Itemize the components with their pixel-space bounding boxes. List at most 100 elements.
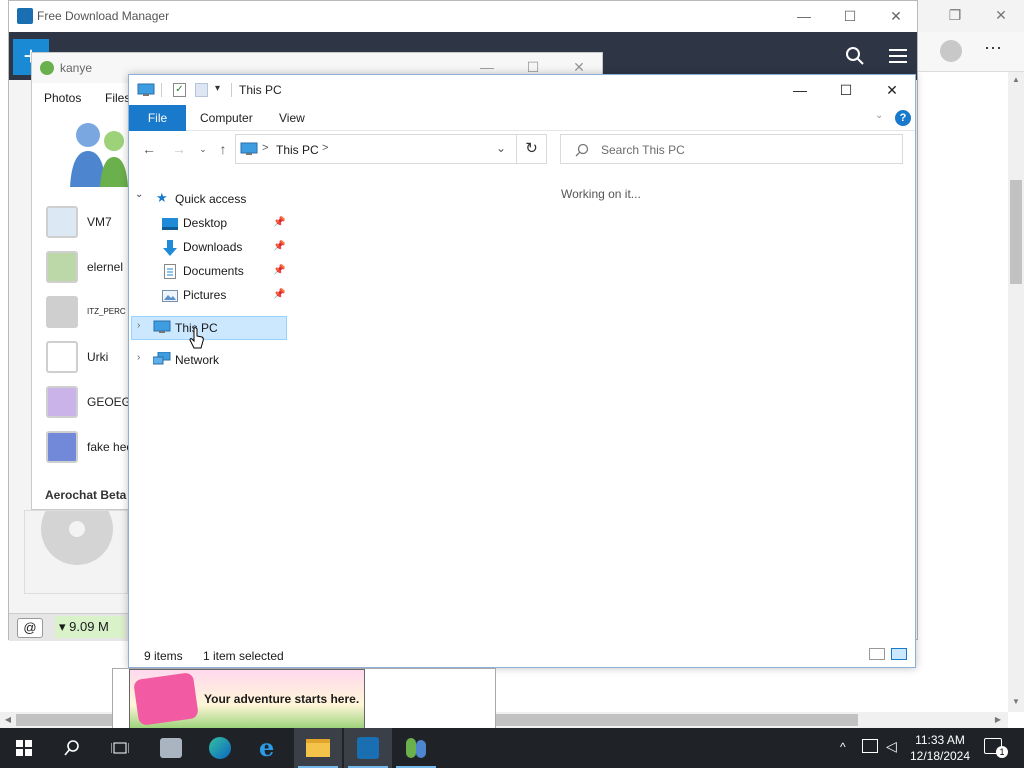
new-folder-icon[interactable] [195, 83, 208, 97]
taskbar: e ^ ◁ 11:33 AM 12/18/2024 1 [0, 728, 1024, 768]
nav-downloads[interactable]: Downloads 📌 [183, 235, 285, 259]
user-avatar-icon [70, 123, 128, 187]
clock[interactable]: 11:33 AM 12/18/2024 [906, 732, 974, 764]
breadcrumb-this-pc[interactable]: This PC [276, 143, 319, 157]
contact-avatar[interactable] [46, 386, 78, 418]
fdm-title: Free Download Manager [37, 9, 170, 23]
taskbar-app-file-explorer[interactable] [294, 728, 342, 768]
chevron-right-icon[interactable]: › [137, 352, 140, 363]
breadcrumb-separator[interactable]: > [262, 142, 268, 154]
nav-label: Pictures [183, 288, 227, 302]
menu-photos[interactable]: Photos [44, 91, 81, 105]
pin-icon[interactable]: 📌 [273, 259, 285, 283]
vertical-scroll-thumb[interactable] [1010, 180, 1022, 284]
star-icon: ★ [156, 190, 168, 205]
taskbar-app-ie[interactable]: e [246, 728, 294, 768]
taskbar-app-edge[interactable] [196, 728, 244, 768]
nav-quick-access[interactable]: Quick access [175, 187, 285, 211]
maximize-icon[interactable]: ☐ [823, 75, 869, 105]
scroll-left-icon[interactable]: ◀ [0, 712, 16, 728]
ribbon-tabs: File Computer View ⌄ ? [129, 105, 915, 131]
minimize-icon[interactable]: — [781, 1, 827, 31]
nav-label: Downloads [183, 240, 243, 254]
internet-explorer-icon: e [259, 733, 275, 762]
pin-icon[interactable]: 📌 [273, 211, 285, 235]
minimize-icon[interactable]: — [777, 75, 823, 105]
contact-avatar[interactable] [46, 296, 78, 328]
nav-documents[interactable]: Documents 📌 [183, 259, 285, 283]
up-arrow-icon[interactable]: ↑ [213, 140, 233, 158]
notification-badge: 1 [996, 746, 1008, 758]
explorer-statusbar: 9 items 1 item selected [129, 645, 915, 667]
vertical-scrollbar[interactable] [1008, 72, 1024, 712]
ad-banner[interactable]: Your adventure starts here. [129, 669, 365, 729]
taskbar-app-fdm[interactable] [344, 728, 392, 768]
this-pc-icon [240, 142, 258, 155]
back-arrow-icon[interactable]: ← [139, 140, 159, 158]
expand-ribbon-icon[interactable]: ⌄ [875, 110, 883, 121]
tab-computer[interactable]: Computer [186, 105, 267, 131]
hamburger-menu-icon[interactable] [889, 48, 907, 64]
taskbar-search-button[interactable] [48, 728, 96, 768]
contact-avatar[interactable] [46, 206, 78, 238]
scroll-right-icon[interactable]: ▶ [990, 712, 1006, 728]
contact-name[interactable]: VM7 [87, 215, 112, 229]
help-icon[interactable]: ? [895, 110, 911, 126]
recent-locations-icon[interactable]: ⌄ [193, 140, 213, 158]
title-divider [231, 83, 232, 97]
network-status-icon[interactable] [862, 739, 878, 753]
contact-avatar[interactable] [46, 431, 78, 463]
details-view-icon[interactable] [869, 648, 885, 660]
show-hidden-icons-icon[interactable]: ^ [840, 740, 846, 754]
address-bar[interactable]: > This PC > ⌄ [235, 134, 517, 164]
close-icon[interactable]: ✕ [869, 75, 915, 105]
contact-avatar[interactable] [46, 251, 78, 283]
contact-avatar[interactable] [46, 341, 78, 373]
nav-label: Documents [183, 264, 244, 278]
contact-name[interactable]: ITZ_PERC [87, 307, 126, 316]
more-menu-icon[interactable]: ⋯ [984, 38, 1002, 59]
cd-disc-icon [41, 511, 113, 565]
start-button[interactable] [0, 728, 48, 768]
large-icons-view-icon[interactable] [891, 648, 907, 660]
volume-muted-icon[interactable]: ◁ [886, 738, 897, 755]
fdm-titlebar: Free Download Manager — ☐ ✕ [9, 1, 917, 32]
pin-icon[interactable]: 📌 [273, 283, 285, 307]
menu-files[interactable]: Files [105, 91, 130, 105]
search-icon[interactable] [845, 46, 865, 66]
pictures-folder-icon [162, 290, 178, 302]
maximize-icon[interactable]: ☐ [827, 1, 873, 31]
nav-network[interactable]: Network [175, 348, 275, 372]
customize-qat-icon[interactable]: ▾ [215, 83, 220, 94]
scroll-down-icon[interactable]: ▼ [1008, 694, 1024, 710]
contact-name[interactable]: fake hec [87, 440, 132, 454]
pin-icon[interactable]: 📌 [273, 235, 285, 259]
taskbar-app-aerochat-settings[interactable] [146, 728, 194, 768]
restore-icon[interactable]: ❐ [932, 0, 978, 30]
avatar[interactable] [940, 40, 962, 62]
refresh-icon[interactable]: ↻ [517, 134, 547, 164]
tab-view[interactable]: View [265, 105, 319, 131]
task-view-button[interactable] [96, 728, 144, 768]
chevron-right-icon[interactable]: › [137, 320, 140, 331]
properties-icon[interactable]: ✓ [173, 83, 186, 97]
chevron-down-icon[interactable]: ⌄ [135, 189, 143, 200]
aerochat-icon [406, 738, 416, 758]
search-input[interactable]: Search This PC [601, 143, 685, 157]
close-icon[interactable]: ✕ [873, 1, 919, 31]
forward-arrow-icon[interactable]: → [169, 140, 189, 158]
tab-file[interactable]: File [129, 105, 186, 131]
contact-name[interactable]: elernel [87, 260, 123, 274]
clock-time: 11:33 AM [915, 733, 965, 747]
snail-mode-icon[interactable]: @ [17, 618, 43, 638]
nav-pictures[interactable]: Pictures 📌 [183, 283, 285, 307]
this-pc-icon [153, 320, 171, 333]
close-icon[interactable]: ✕ [978, 0, 1024, 30]
nav-desktop[interactable]: Desktop 📌 [183, 211, 285, 235]
contact-name[interactable]: Urki [87, 350, 108, 364]
taskbar-app-aerochat[interactable] [392, 728, 440, 768]
scroll-up-icon[interactable]: ▲ [1008, 72, 1024, 88]
search-box[interactable]: Search This PC [560, 134, 903, 164]
address-dropdown-icon[interactable]: ⌄ [496, 141, 506, 155]
breadcrumb-separator[interactable]: > [322, 142, 328, 154]
